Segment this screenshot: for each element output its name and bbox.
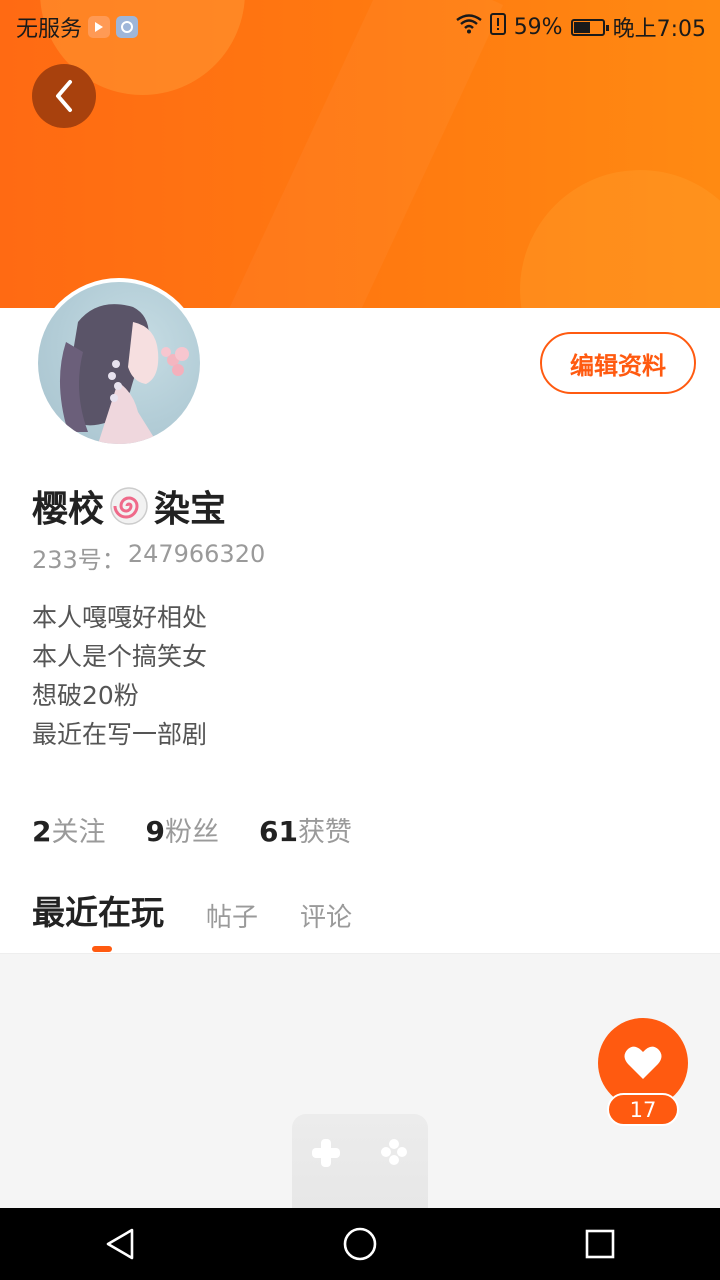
stat-followers[interactable]: 9 粉丝: [145, 810, 218, 849]
back-icon: [56, 80, 72, 112]
candy-emoji-icon: [108, 485, 150, 527]
username-part2: 染宝: [154, 489, 227, 530]
avatar[interactable]: [34, 278, 204, 448]
profile-tabs: 最近在玩 帖子 评论: [32, 886, 352, 938]
status-left: 无服务: [16, 11, 139, 43]
username: 樱校 染宝: [32, 480, 226, 532]
stat-label: 关注: [51, 817, 106, 848]
stat-label: 粉丝: [164, 817, 219, 848]
username-part1: 樱校: [32, 489, 105, 530]
clock: 晚上7:05: [612, 17, 706, 42]
status-right: 59% 晚上7:05: [455, 11, 706, 43]
stat-following[interactable]: 2 关注: [32, 810, 105, 849]
like-count-badge: 17: [607, 1093, 679, 1126]
stat-number: 61: [258, 815, 298, 848]
account-id-label: 233号：: [32, 546, 126, 574]
nav-back-icon: [106, 1228, 134, 1260]
tab-posts[interactable]: 帖子: [206, 897, 258, 938]
account-id-value: 247966320: [127, 540, 266, 568]
bio-line: 想破20粉: [32, 681, 139, 710]
app-notification-icon: [116, 16, 139, 38]
bio-line: 本人嘎嘎好相处: [32, 603, 208, 632]
carrier-text: 无服务: [16, 17, 83, 42]
edit-profile-button[interactable]: 编辑资料: [540, 332, 696, 394]
stat-number: 9: [145, 815, 165, 848]
alert-icon: [489, 13, 506, 41]
stat-number: 2: [32, 815, 52, 848]
nav-home-icon: [343, 1227, 377, 1261]
account-id: 233号： 247966320: [32, 540, 265, 575]
status-bar: 无服务 59% 晚上7:05: [0, 0, 720, 50]
tab-comments[interactable]: 评论: [300, 897, 352, 938]
header-decoration: [520, 170, 720, 308]
bio: 本人嘎嘎好相处 本人是个搞笑女 想破20粉 最近在写一部剧: [32, 598, 207, 754]
gamepad-illustration-icon: [292, 1114, 428, 1208]
wifi-icon: [455, 14, 482, 40]
stat-likes[interactable]: 61 获赞: [259, 810, 352, 849]
nav-recents-button[interactable]: [560, 1208, 640, 1280]
active-tab-indicator: [92, 946, 112, 952]
battery-icon: [570, 18, 609, 36]
system-nav-bar: [0, 1208, 720, 1280]
back-button[interactable]: [32, 64, 96, 128]
stat-label: 获赞: [297, 817, 352, 848]
bio-line: 本人是个搞笑女: [32, 642, 208, 671]
avatar-image: [38, 282, 200, 444]
stats-row: 2 关注 9 粉丝 61 获赞: [32, 810, 352, 849]
heart-icon: [624, 1046, 662, 1079]
battery-percent: 59%: [513, 14, 563, 40]
nav-home-button[interactable]: [320, 1208, 400, 1280]
tab-recently-played[interactable]: 最近在玩: [32, 886, 164, 938]
bio-line: 最近在写一部剧: [32, 720, 208, 749]
nav-recents-icon: [585, 1229, 615, 1259]
nav-back-button[interactable]: [80, 1208, 160, 1280]
app-notification-icon: [88, 16, 111, 38]
